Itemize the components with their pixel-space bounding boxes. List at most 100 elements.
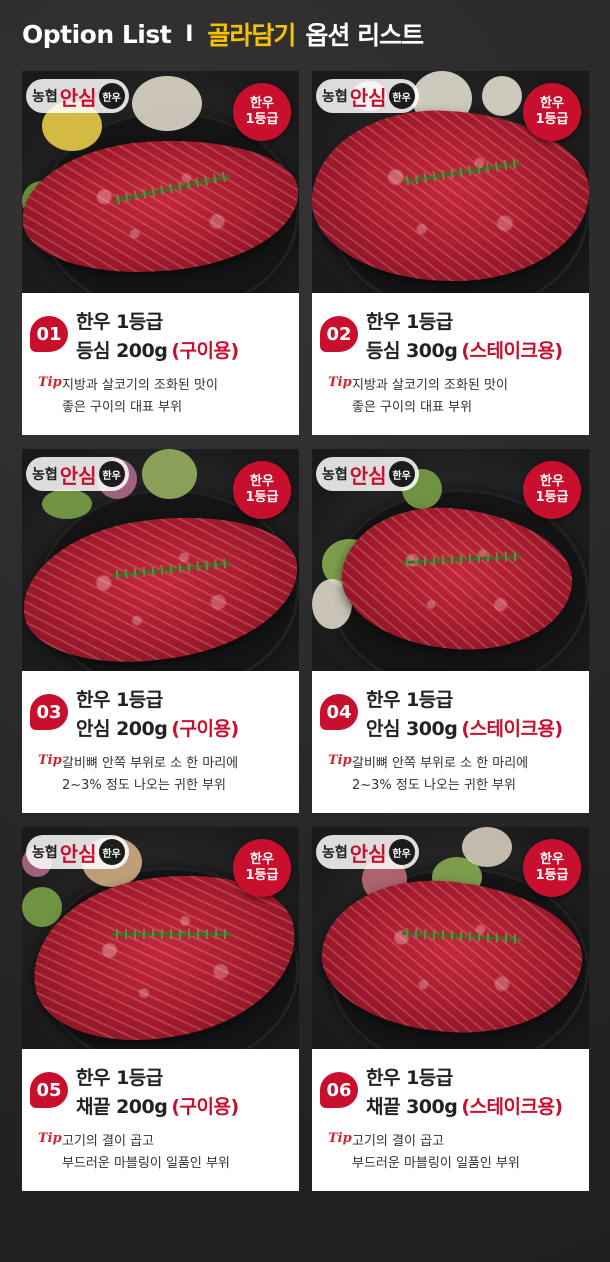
option-card-05[interactable]: 농협 안심 한우 한우 1등급 05 한우 1등급 채끝 200g (구이용) T… [22, 827, 299, 1191]
tip-text: 지방과 살코기의 조화된 맛이 좋은 구이의 대표 부위 [62, 375, 218, 419]
product-photo: 농협 안심 한우 한우 1등급 [312, 449, 589, 671]
tip-line-1: 고기의 결이 곱고 [62, 1134, 154, 1149]
option-cut-line: 채끝 200g (구이용) [76, 1093, 239, 1122]
tip-line-2: 부드러운 마블링이 일품인 부위 [62, 1156, 230, 1171]
option-cut-line: 등심 300g (스테이크용) [366, 337, 563, 366]
option-title: 한우 1등급 채끝 200g (구이용) [76, 1064, 239, 1122]
tip-icon: Tip [38, 375, 62, 390]
option-cut-line: 채끝 300g (스테이크용) [366, 1093, 563, 1122]
logo-prefix: 농협 [32, 89, 58, 105]
option-cut-line: 등심 200g (구이용) [76, 337, 239, 366]
option-title: 한우 1등급 채끝 300g (스테이크용) [366, 1064, 563, 1122]
tip-line-2: 2~3% 정도 나오는 귀한 부위 [352, 778, 516, 793]
logo-prefix: 농협 [322, 845, 348, 861]
option-number: 05 [30, 1072, 68, 1108]
tip-line-2: 좋은 구이의 대표 부위 [352, 400, 473, 415]
grade-badge: 한우 1등급 [523, 83, 581, 141]
vegetable-garnish [482, 76, 522, 116]
header-highlight: 골라담기 [207, 21, 296, 50]
option-use: (구이용) [171, 718, 239, 740]
page-header: Option List I 골라담기 옵션 리스트 [22, 14, 424, 54]
tip-icon: Tip [38, 1131, 62, 1146]
option-title: 한우 1등급 안심 200g (구이용) [76, 686, 239, 744]
tip-line-2: 부드러운 마블링이 일품인 부위 [352, 1156, 520, 1171]
tip-text: 갈비뼈 안쪽 부위로 소 한 마리에 2~3% 정도 나오는 귀한 부위 [62, 753, 238, 797]
grade-badge: 한우 1등급 [233, 83, 291, 141]
grade-badge-line2: 1등급 [245, 868, 279, 883]
option-cut: 안심 200g [76, 718, 168, 740]
option-title: 한우 1등급 안심 300g (스테이크용) [366, 686, 563, 744]
logo-prefix: 농협 [32, 467, 58, 483]
option-cut: 채끝 200g [76, 1096, 168, 1118]
tip-text: 고기의 결이 곱고 부드러운 마블링이 일품인 부위 [352, 1131, 520, 1175]
product-photo: 농협 안심 한우 한우 1등급 [22, 827, 299, 1049]
tip-line-1: 지방과 살코기의 조화된 맛이 [62, 378, 218, 393]
tip-line-2: 좋은 구이의 대표 부위 [62, 400, 183, 415]
tip-line-2: 2~3% 정도 나오는 귀한 부위 [62, 778, 226, 793]
product-photo: 농협 안심 한우 한우 1등급 [22, 71, 299, 293]
option-number: 04 [320, 694, 358, 730]
vegetable-garnish [22, 887, 62, 927]
option-cut-line: 안심 200g (구이용) [76, 715, 239, 744]
grade-badge: 한우 1등급 [233, 839, 291, 897]
vegetable-garnish [142, 449, 197, 499]
option-grade-label: 한우 1등급 [366, 311, 453, 333]
tip-text: 갈비뼈 안쪽 부위로 소 한 마리에 2~3% 정도 나오는 귀한 부위 [352, 753, 528, 797]
tip-text: 고기의 결이 곱고 부드러운 마블링이 일품인 부위 [62, 1131, 230, 1175]
grade-badge-line1: 한우 [540, 473, 564, 489]
option-number: 03 [30, 694, 68, 730]
logo-main: 안심 [59, 841, 97, 866]
tip-icon: Tip [328, 375, 352, 390]
logo-main: 안심 [349, 841, 387, 866]
header-separator: I [185, 21, 194, 47]
option-card-01[interactable]: 농협 안심 한우 한우 1등급 01 한우 1등급 등심 200g (구이용) T… [22, 71, 299, 435]
grade-badge-line1: 한우 [540, 851, 564, 867]
logo-circle: 한우 [98, 839, 125, 865]
rosemary-garnish [112, 929, 232, 939]
product-photo: 농협 안심 한우 한우 1등급 [312, 71, 589, 293]
option-card-04[interactable]: 농협 안심 한우 한우 1등급 04 한우 1등급 안심 300g (스테이크용)… [312, 449, 589, 813]
grade-badge: 한우 1등급 [233, 461, 291, 519]
tip-icon: Tip [328, 753, 352, 768]
header-title-korean: 옵션 리스트 [305, 21, 424, 50]
grade-badge-line1: 한우 [250, 851, 274, 867]
option-grade-label: 한우 1등급 [76, 1067, 163, 1089]
tip-text: 지방과 살코기의 조화된 맛이 좋은 구이의 대표 부위 [352, 375, 508, 419]
tip-line-1: 고기의 결이 곱고 [352, 1134, 444, 1149]
option-grade-label: 한우 1등급 [76, 689, 163, 711]
grade-badge-line2: 1등급 [535, 868, 569, 883]
grade-badge-line1: 한우 [540, 95, 564, 111]
option-use: (스테이크용) [461, 718, 563, 740]
nonghyup-logo: 농협 안심 한우 [26, 79, 129, 113]
logo-prefix: 농협 [322, 467, 348, 483]
option-grade-label: 한우 1등급 [76, 311, 163, 333]
grade-badge-line1: 한우 [250, 473, 274, 489]
header-title-english: Option List [22, 19, 172, 49]
option-card-06[interactable]: 농협 안심 한우 한우 1등급 06 한우 1등급 채끝 300g (스테이크용)… [312, 827, 589, 1191]
grade-badge-line1: 한우 [250, 95, 274, 111]
option-grade-label: 한우 1등급 [366, 1067, 453, 1089]
option-card-03[interactable]: 농협 안심 한우 한우 1등급 03 한우 1등급 안심 200g (구이용) T… [22, 449, 299, 813]
nonghyup-logo: 농협 안심 한우 [316, 457, 419, 491]
grade-badge-line2: 1등급 [245, 112, 279, 127]
logo-circle: 한우 [388, 839, 415, 865]
grade-badge: 한우 1등급 [523, 839, 581, 897]
option-use: (구이용) [171, 1096, 239, 1118]
vegetable-garnish [42, 489, 92, 519]
option-cut: 등심 300g [366, 340, 458, 362]
option-cut-line: 안심 300g (스테이크용) [366, 715, 563, 744]
grade-badge-line2: 1등급 [535, 490, 569, 505]
option-cut: 채끝 300g [366, 1096, 458, 1118]
vegetable-garnish [132, 76, 202, 131]
grade-badge: 한우 1등급 [523, 461, 581, 519]
option-number: 06 [320, 1072, 358, 1108]
tip-line-1: 갈비뼈 안쪽 부위로 소 한 마리에 [62, 756, 239, 771]
nonghyup-logo: 농협 안심 한우 [316, 835, 419, 869]
logo-main: 안심 [349, 463, 387, 488]
option-card-02[interactable]: 농협 안심 한우 한우 1등급 02 한우 1등급 등심 300g (스테이크용)… [312, 71, 589, 435]
product-photo: 농협 안심 한우 한우 1등급 [312, 827, 589, 1049]
logo-main: 안심 [59, 463, 97, 488]
vegetable-garnish [462, 827, 512, 867]
option-title: 한우 1등급 등심 200g (구이용) [76, 308, 239, 366]
product-photo: 농협 안심 한우 한우 1등급 [22, 449, 299, 671]
